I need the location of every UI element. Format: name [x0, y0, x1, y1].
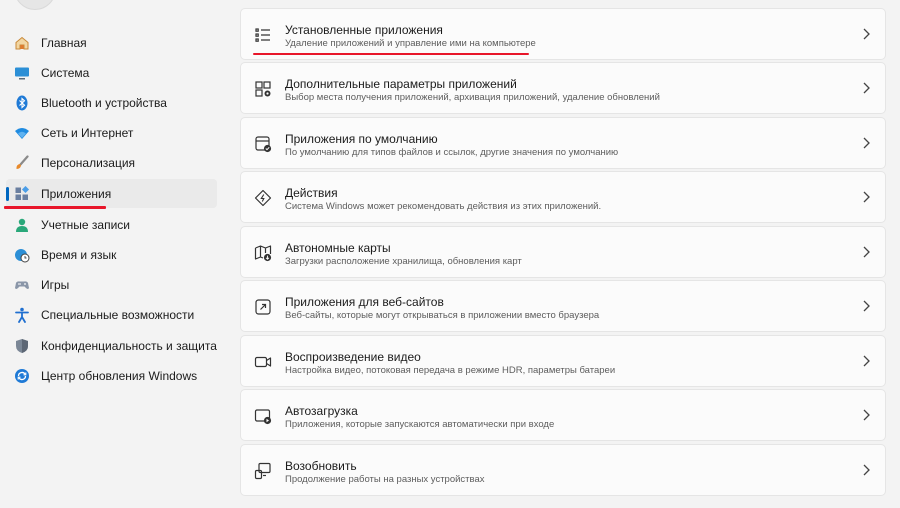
- card-resume[interactable]: Возобновить Продолжение работы на разных…: [240, 444, 886, 496]
- sidebar-item-label: Специальные возможности: [41, 307, 195, 322]
- chevron-right-icon: [861, 299, 871, 313]
- card-advanced-app-settings[interactable]: Дополнительные параметры приложений Выбо…: [240, 62, 886, 114]
- card-installed-apps[interactable]: Установленные приложения Удаление прилож…: [240, 8, 886, 60]
- offline-map-icon: [253, 243, 273, 263]
- sidebar: Главная Система Bluetooth и устройства С…: [0, 0, 225, 508]
- sidebar-item-time-language[interactable]: Время и язык: [6, 240, 217, 269]
- brush-icon: [13, 154, 31, 172]
- sidebar-item-gaming[interactable]: Игры: [6, 270, 217, 299]
- user-icon: [13, 216, 31, 234]
- chevron-right-icon: [861, 245, 871, 259]
- update-icon: [13, 367, 31, 385]
- card-apps-for-websites[interactable]: Приложения для веб-сайтов Веб-сайты, кот…: [240, 280, 886, 332]
- card-actions[interactable]: Действия Система Windows может рекомендо…: [240, 171, 886, 223]
- sidebar-item-label: Время и язык: [41, 247, 117, 262]
- sidebar-item-label: Приложения: [41, 186, 112, 201]
- card-video-playback[interactable]: Воспроизведение видео Настройка видео, п…: [240, 335, 886, 387]
- list-icon: [253, 25, 273, 45]
- sidebar-item-label: Конфиденциальность и защита: [41, 338, 217, 353]
- display-icon: [13, 64, 31, 82]
- sidebar-item-apps[interactable]: Приложения: [6, 179, 217, 208]
- chevron-right-icon: [861, 136, 871, 150]
- chevron-right-icon: [861, 81, 871, 95]
- card-title: Возобновить: [285, 459, 357, 473]
- sidebar-item-label: Bluetooth и устройства: [41, 95, 167, 110]
- card-title: Автономные карты: [285, 241, 391, 255]
- chevron-right-icon: [861, 27, 871, 41]
- bluetooth-icon: [13, 94, 31, 112]
- sidebar-item-label: Главная: [41, 35, 87, 50]
- sidebar-item-label: Сеть и Интернет: [41, 125, 134, 140]
- chevron-right-icon: [861, 190, 871, 204]
- card-title: Приложения по умолчанию: [285, 132, 438, 146]
- card-subtitle: По умолчанию для типов файлов и ссылок, …: [285, 147, 619, 158]
- gamepad-icon: [13, 276, 31, 294]
- actions-icon: [253, 188, 273, 208]
- card-offline-maps[interactable]: Автономные карты Загрузки расположение х…: [240, 226, 886, 278]
- shield-icon: [13, 337, 31, 355]
- sidebar-item-label: Персонализация: [41, 155, 136, 170]
- card-title: Воспроизведение видео: [285, 350, 421, 364]
- card-subtitle: Веб-сайты, которые могут открываться в п…: [285, 310, 600, 321]
- home-icon: [13, 34, 31, 52]
- card-subtitle: Загрузки расположение хранилища, обновле…: [285, 256, 522, 267]
- resume-icon: [253, 461, 273, 481]
- sidebar-item-home[interactable]: Главная: [6, 28, 217, 57]
- sidebar-item-system[interactable]: Система: [6, 58, 217, 87]
- card-title: Установленные приложения: [285, 23, 443, 37]
- card-subtitle: Выбор места получения приложений, архива…: [285, 92, 660, 103]
- sidebar-item-label: Учетные записи: [41, 217, 130, 232]
- sidebar-item-network[interactable]: Сеть и Интернет: [6, 118, 217, 147]
- sidebar-item-windows-update[interactable]: Центр обновления Windows: [6, 361, 217, 390]
- card-title: Приложения для веб-сайтов: [285, 295, 444, 309]
- chevron-right-icon: [861, 408, 871, 422]
- sidebar-item-bluetooth[interactable]: Bluetooth и устройства: [6, 88, 217, 117]
- card-subtitle: Приложения, которые запускаются автомати…: [285, 419, 555, 430]
- card-subtitle: Система Windows может рекомендовать дейс…: [285, 201, 602, 212]
- sidebar-item-label: Игры: [41, 277, 70, 292]
- open-external-icon: [253, 297, 273, 317]
- apps-icon: [13, 185, 31, 203]
- wifi-icon: [13, 124, 31, 142]
- card-default-apps[interactable]: Приложения по умолчанию По умолчанию для…: [240, 117, 886, 169]
- annotation-underline: [4, 206, 106, 209]
- chevron-right-icon: [861, 463, 871, 477]
- sidebar-item-accounts[interactable]: Учетные записи: [6, 210, 217, 239]
- card-subtitle: Удаление приложений и управление ими на …: [285, 38, 536, 49]
- video-icon: [253, 352, 273, 372]
- card-title: Автозагрузка: [285, 404, 358, 418]
- accessibility-icon: [13, 306, 31, 324]
- globe-clock-icon: [13, 246, 31, 264]
- chevron-right-icon: [861, 354, 871, 368]
- card-title: Дополнительные параметры приложений: [285, 77, 517, 91]
- card-startup[interactable]: Автозагрузка Приложения, которые запуска…: [240, 389, 886, 441]
- default-apps-icon: [253, 134, 273, 154]
- card-subtitle: Настройка видео, потоковая передача в ре…: [285, 365, 616, 376]
- selection-indicator: [6, 187, 9, 201]
- card-title: Действия: [285, 186, 338, 200]
- sidebar-item-label: Система: [41, 65, 90, 80]
- sidebar-item-label: Центр обновления Windows: [41, 368, 198, 383]
- sidebar-item-privacy[interactable]: Конфиденциальность и защита: [6, 331, 217, 360]
- annotation-underline: [253, 53, 529, 55]
- startup-icon: [253, 406, 273, 426]
- sidebar-item-personalization[interactable]: Персонализация: [6, 148, 217, 177]
- sidebar-item-accessibility[interactable]: Специальные возможности: [6, 300, 217, 329]
- card-subtitle: Продолжение работы на разных устройствах: [285, 474, 485, 485]
- apps-settings-icon: [253, 79, 273, 99]
